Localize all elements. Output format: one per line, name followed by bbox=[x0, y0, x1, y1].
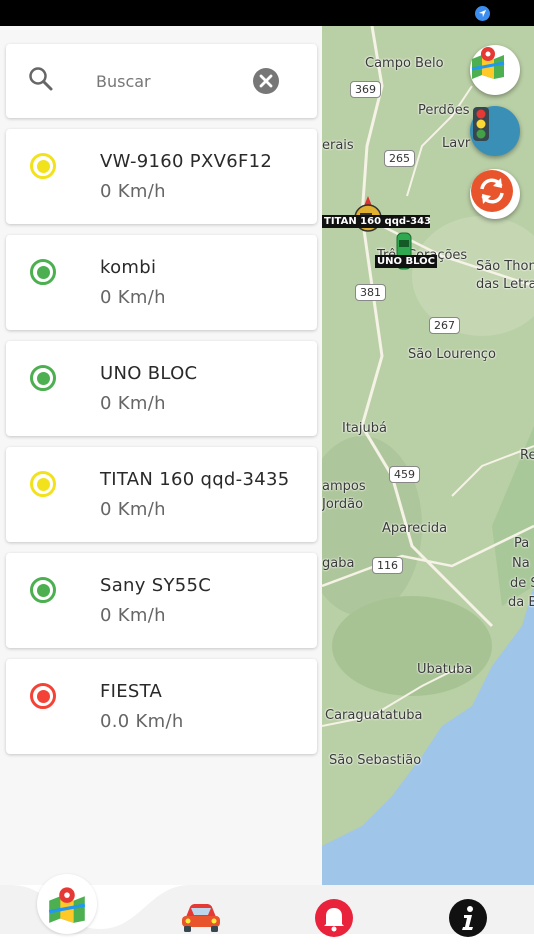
vehicle-name: FIESTA bbox=[100, 681, 163, 702]
map-place-label: Campo Belo bbox=[365, 56, 444, 71]
map-place-label: de S bbox=[510, 576, 534, 591]
vehicle-map-label: TITAN 160 qqd-3435 bbox=[322, 215, 430, 228]
vehicle-card[interactable]: TITAN 160 qqd-3435 0 Km/h bbox=[6, 447, 317, 542]
road-shield: 459 bbox=[389, 466, 420, 483]
map-place-label: ampos bbox=[322, 479, 366, 494]
map-place-label: Aparecida bbox=[382, 521, 448, 536]
road-shield: 265 bbox=[384, 150, 415, 167]
search-icon[interactable] bbox=[28, 66, 54, 96]
vehicle-speed: 0 Km/h bbox=[100, 287, 166, 308]
map-place-label: Pa bbox=[514, 536, 530, 551]
info-nav-icon[interactable] bbox=[446, 885, 490, 950]
vehicle-name: TITAN 160 qqd-3435 bbox=[100, 469, 290, 490]
map-place-label: São Sebastião bbox=[329, 753, 422, 768]
vehicle-name: Sany SY55C bbox=[100, 575, 212, 596]
map-place-label: Lavr bbox=[442, 136, 471, 151]
map-place-label: Re bbox=[520, 448, 534, 463]
road-shield: 116 bbox=[372, 557, 403, 574]
map-place-label: da Bo bbox=[508, 595, 534, 610]
status-dot-icon bbox=[30, 683, 56, 709]
map-nav-icon[interactable] bbox=[36, 871, 98, 936]
map-place-label: Itajubá bbox=[342, 421, 387, 436]
vehicle-map-label: UNO BLOC bbox=[375, 255, 437, 268]
map-place-label: erais bbox=[322, 138, 354, 153]
search-bar bbox=[6, 44, 317, 118]
status-dot-icon bbox=[30, 471, 56, 497]
map-place-label: São Thom bbox=[476, 259, 534, 274]
refresh-icon[interactable] bbox=[470, 169, 520, 219]
map-place-label: Jordão bbox=[322, 497, 364, 512]
vehicle-card[interactable]: UNO BLOC 0 Km/h bbox=[6, 341, 317, 436]
bottom-navigation bbox=[0, 873, 534, 950]
traffic-light-icon[interactable] bbox=[470, 106, 520, 156]
status-dot-icon bbox=[30, 365, 56, 391]
vehicle-name: UNO BLOC bbox=[100, 363, 198, 384]
road-shield: 369 bbox=[350, 81, 381, 98]
vehicle-speed: 0 Km/h bbox=[100, 181, 166, 202]
vehicle-card[interactable]: kombi 0 Km/h bbox=[6, 235, 317, 330]
map-place-label: São Lourenço bbox=[408, 347, 496, 362]
status-dot-icon bbox=[30, 259, 56, 285]
vehicle-speed: 0 Km/h bbox=[100, 499, 166, 520]
vehicle-name: kombi bbox=[100, 257, 157, 278]
map-place-label: Na bbox=[512, 556, 530, 571]
status-dot-icon bbox=[30, 153, 56, 179]
clear-search-icon[interactable] bbox=[253, 68, 279, 94]
status-bar bbox=[0, 0, 534, 26]
vehicle-speed: 0 Km/h bbox=[100, 393, 166, 414]
map-place-label: Ubatuba bbox=[417, 662, 473, 677]
location-arrow-icon bbox=[475, 6, 490, 21]
map-place-label: Perdões bbox=[418, 103, 470, 118]
map-view[interactable]: Campo Belo Perdões Lavr erais Três Coraç… bbox=[322, 26, 534, 885]
search-input[interactable] bbox=[96, 66, 236, 96]
vehicle-card[interactable]: Sany SY55C 0 Km/h bbox=[6, 553, 317, 648]
road-shield: 267 bbox=[429, 317, 460, 334]
map-place-label: gaba bbox=[322, 556, 355, 571]
vehicle-name: VW-9160 PXV6F12 bbox=[100, 151, 273, 172]
vehicle-list-panel: VW-9160 PXV6F12 0 Km/h kombi 0 Km/h UNO … bbox=[0, 26, 322, 885]
car-nav-icon[interactable] bbox=[176, 885, 226, 950]
vehicle-card[interactable]: FIESTA 0.0 Km/h bbox=[6, 659, 317, 754]
bell-nav-icon[interactable] bbox=[312, 885, 356, 950]
map-place-label: das Letra bbox=[476, 277, 534, 292]
status-dot-icon bbox=[30, 577, 56, 603]
maps-layer-icon[interactable] bbox=[470, 45, 520, 95]
map-place-label: Caraguatatuba bbox=[325, 708, 423, 723]
vehicle-speed: 0.0 Km/h bbox=[100, 711, 184, 732]
vehicle-card[interactable]: VW-9160 PXV6F12 0 Km/h bbox=[6, 129, 317, 224]
road-shield: 381 bbox=[355, 284, 386, 301]
vehicle-speed: 0 Km/h bbox=[100, 605, 166, 626]
